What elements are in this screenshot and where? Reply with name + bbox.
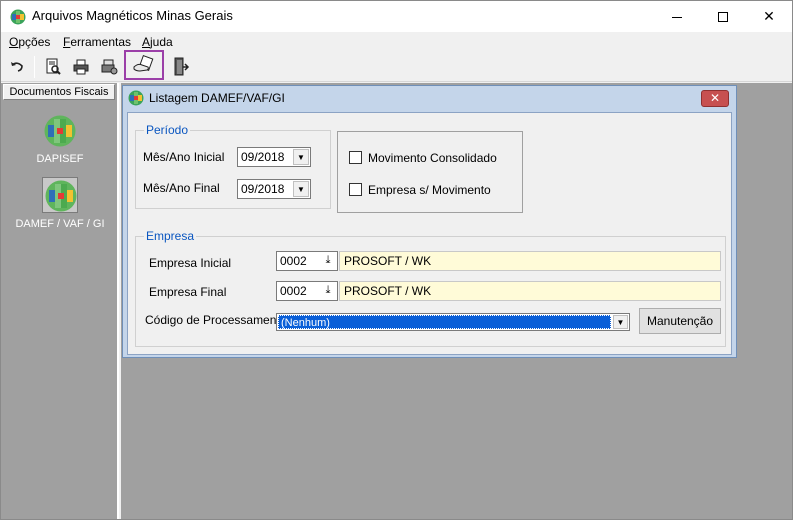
chevron-down-icon[interactable]: ▼ [293, 181, 309, 197]
empresa-final-name[interactable]: PROSOFT / WK [339, 281, 721, 301]
window-title: Arquivos Magnéticos Minas Gerais [32, 8, 233, 23]
dialog-title-bar: Listagem DAMEF/VAF/GI ✕ [123, 86, 736, 109]
menu-ferramentas[interactable]: Ferramentas [63, 35, 131, 49]
empresa-final-code[interactable]: 0002 ⤓ [276, 281, 338, 301]
empresa-final-label: Empresa Final [149, 285, 227, 299]
chevron-down-icon[interactable]: ▼ [293, 149, 309, 165]
mes-ano-final-label: Mês/Ano Final [143, 181, 220, 195]
empresa-inicial-label: Empresa Inicial [149, 256, 232, 270]
maximize-icon [718, 12, 728, 23]
printer-setup-icon [101, 59, 118, 75]
print-preview-icon [46, 58, 61, 75]
maximize-button[interactable] [700, 1, 746, 32]
movimento-consolidado-checkbox[interactable] [349, 151, 362, 164]
hand-document-icon [133, 55, 154, 72]
app-logo-icon [128, 90, 144, 106]
toolbar [1, 50, 792, 82]
minimize-button[interactable] [654, 1, 700, 32]
menu-ajuda[interactable]: Ajuda [142, 35, 173, 49]
close-button[interactable]: ✕ [746, 1, 792, 32]
menu-bar: Opções Ferramentas Ajuda [1, 32, 792, 52]
periodo-legend: Período [146, 123, 189, 137]
sidebar-item-label: DAPISEF [36, 153, 84, 165]
print-button[interactable] [69, 55, 93, 79]
setup-button[interactable] [97, 55, 121, 79]
grid-logo-icon [45, 180, 77, 212]
undo-icon [11, 62, 23, 72]
dialog-title: Listagem DAMEF/VAF/GI [149, 91, 285, 105]
sidebar-item-dapisef[interactable]: DAPISEF [1, 113, 119, 165]
codigo-processamento-select[interactable]: (Nenhum) ▼ [276, 313, 630, 331]
app-logo-icon [10, 9, 26, 25]
manutencao-button[interactable]: Manutenção [639, 308, 721, 334]
listagem-dialog: Listagem DAMEF/VAF/GI ✕ Período Mês/Ano … [122, 85, 737, 358]
empresa-inicial-name[interactable]: PROSOFT / WK [339, 251, 721, 271]
title-bar: Arquivos Magnéticos Minas Gerais ✕ [1, 1, 792, 32]
generate-file-button[interactable] [124, 50, 164, 80]
options-group [337, 131, 523, 213]
mes-ano-final-select[interactable]: 09/2018 ▼ [237, 179, 311, 199]
empresa-legend: Empresa [146, 229, 195, 243]
print-preview-button[interactable] [41, 55, 65, 79]
close-icon: ✕ [709, 91, 721, 105]
lookup-arrow-icon[interactable]: ⤓ [320, 283, 336, 299]
exit-door-icon [174, 57, 190, 76]
mes-ano-inicial-label: Mês/Ano Inicial [143, 150, 225, 164]
dialog-body: Período Mês/Ano Inicial 09/2018 ▼ Mês/An… [127, 112, 732, 355]
documents-panel: Documentos Fiscais DAPISEF DAMEF / VAF /… [1, 83, 119, 519]
empresa-sem-movimento-label: Empresa s/ Movimento [368, 183, 491, 197]
sidebar-item-label: DAMEF / VAF / GI [15, 218, 105, 230]
empresa-sem-movimento-checkbox[interactable] [349, 183, 362, 196]
minimize-icon [672, 16, 682, 18]
close-icon: ✕ [763, 8, 775, 24]
empresa-inicial-code[interactable]: 0002 ⤓ [276, 251, 338, 271]
documents-panel-header: Documentos Fiscais [3, 84, 115, 100]
grid-logo-icon [44, 115, 76, 147]
dialog-close-button[interactable]: ✕ [701, 90, 729, 107]
mes-ano-inicial-select[interactable]: 09/2018 ▼ [237, 147, 311, 167]
sidebar-item-damef-vaf-gi[interactable]: DAMEF / VAF / GI [1, 177, 119, 230]
exit-button[interactable] [169, 55, 193, 79]
printer-icon [73, 59, 89, 75]
menu-opcoes[interactable]: Opções [9, 35, 50, 49]
undo-button[interactable] [5, 55, 29, 79]
chevron-down-icon[interactable]: ▼ [613, 315, 628, 329]
application-window: Arquivos Magnéticos Minas Gerais ✕ Opçõe… [0, 0, 793, 520]
codigo-processamento-label: Código de Processamento [145, 313, 287, 327]
movimento-consolidado-label: Movimento Consolidado [368, 151, 497, 165]
lookup-arrow-icon[interactable]: ⤓ [320, 253, 336, 269]
